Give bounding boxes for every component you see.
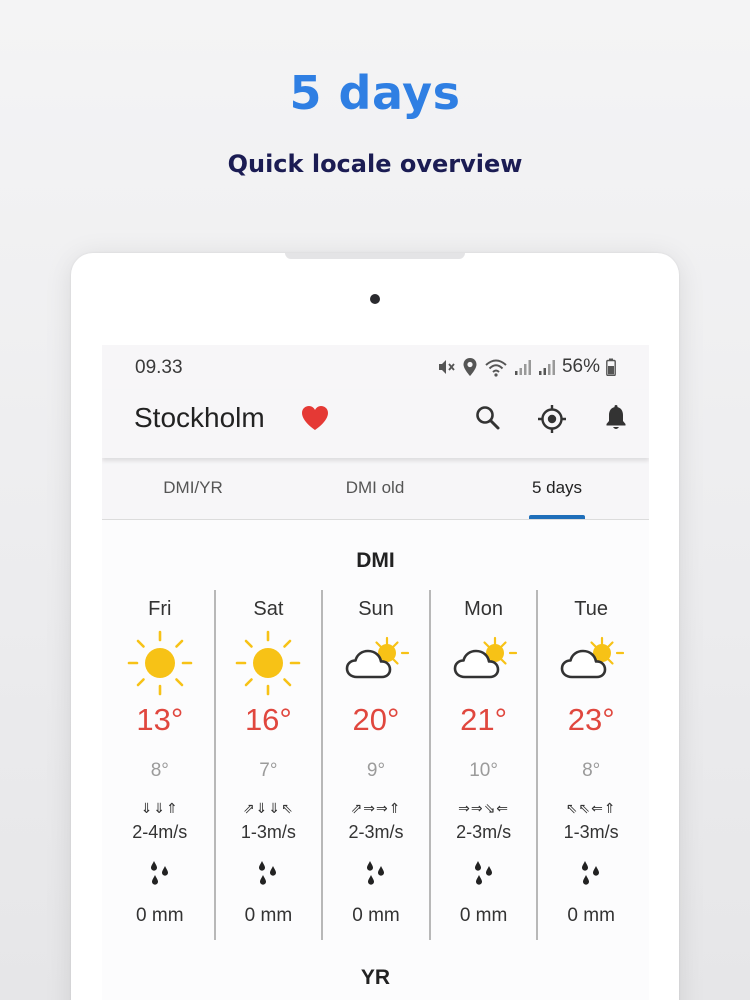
- sun-icon: [127, 630, 193, 696]
- sun-icon: [235, 630, 301, 696]
- tab-bar: DMI/YR DMI old 5 days: [102, 458, 649, 520]
- day-column-tue[interactable]: Tue 23° 8° ⇖⇖⇐⇑ 1-3m/s 0 mm: [536, 590, 644, 940]
- day-name: Mon: [464, 598, 504, 620]
- temp-low: 9°: [366, 760, 386, 781]
- wind-speed: 1-3m/s: [563, 822, 619, 842]
- raindrops-icon: [147, 860, 173, 888]
- location-icon: [462, 357, 478, 377]
- temp-high: 23°: [567, 702, 615, 737]
- bell-icon[interactable]: [602, 404, 630, 437]
- app-screen: 09.33 56% Stockholm DMI/YR DMI old 5 day…: [102, 345, 649, 1000]
- section-title-dmi: DMI: [356, 549, 395, 572]
- city-name[interactable]: Stockholm: [134, 402, 265, 434]
- camera-icon: [370, 294, 380, 304]
- wind-direction: ⇓⇓⇑: [140, 801, 179, 817]
- wind-direction: ⇒⇒⇘⇐: [458, 801, 510, 817]
- rain-amount: 0 mm: [459, 905, 508, 926]
- battery-icon: [606, 358, 616, 376]
- rain-amount: 0 mm: [352, 905, 400, 926]
- status-bar: 09.33 56%: [102, 345, 649, 390]
- rain-amount: 0 mm: [567, 905, 615, 926]
- wind-direction: ⇗⇒⇒⇑: [350, 801, 402, 817]
- rain-amount: 0 mm: [244, 905, 293, 926]
- day-name: Sat: [253, 598, 284, 620]
- tab-dmi-old[interactable]: DMI old: [284, 458, 466, 519]
- locate-icon[interactable]: [536, 403, 568, 440]
- raindrops-icon: [471, 860, 497, 888]
- wind-direction: ⇗⇓⇓⇖: [242, 801, 294, 817]
- day-name: Sun: [358, 598, 394, 620]
- day-name: Tue: [574, 598, 609, 620]
- day-column-mon[interactable]: Mon 21° 10° ⇒⇒⇘⇐ 2-3m/s 0 mm: [428, 590, 537, 940]
- section-title-yr: YR: [360, 966, 391, 989]
- wind-speed: 2-3m/s: [456, 822, 512, 842]
- promo-subtitle: Quick locale overview: [227, 150, 523, 178]
- search-icon[interactable]: [474, 404, 502, 437]
- raindrops-icon: [363, 860, 389, 888]
- temp-low: 10°: [469, 760, 498, 781]
- day-column-sat[interactable]: Sat 16° 7° ⇗⇓⇓⇖ 1-3m/s 0 mm: [213, 590, 322, 940]
- day-column-sun[interactable]: Sun 20° 9° ⇗⇒⇒⇑ 2-3m/s 0 mm: [321, 590, 429, 940]
- temp-high: 20°: [352, 702, 400, 737]
- temp-high: 16°: [244, 702, 292, 737]
- status-icons: 56%: [436, 356, 616, 378]
- day-columns: Fri 13° 8° ⇓⇓⇑ 2-4m/s 0 mm Sat 16° 7° ⇗⇓…: [106, 590, 644, 940]
- tab-dmi-yr[interactable]: DMI/YR: [102, 458, 284, 519]
- temp-low: 7°: [259, 760, 278, 781]
- forecast-content: DMI Fri 13° 8° ⇓⇓⇑ 2-4m/s 0 mm Sat 16° 7…: [102, 520, 649, 1000]
- wind-speed: 2-3m/s: [348, 822, 404, 842]
- tablet-notch: [285, 253, 465, 259]
- temp-high: 21°: [460, 702, 508, 737]
- promo-title: 5 days: [289, 66, 461, 120]
- raindrops-icon: [255, 860, 281, 888]
- signal-icon: [538, 358, 556, 376]
- mute-icon: [436, 357, 456, 377]
- wifi-icon: [484, 357, 508, 377]
- tab-indicator: [529, 515, 585, 519]
- battery-percent: 56%: [561, 356, 600, 377]
- status-time: 09.33: [135, 357, 183, 378]
- raindrops-icon: [578, 860, 604, 888]
- signal-icon: [514, 358, 532, 376]
- wind-speed: 1-3m/s: [240, 822, 296, 842]
- temp-low: 8°: [150, 760, 169, 781]
- temp-high: 13°: [136, 702, 184, 737]
- temp-low: 8°: [582, 760, 601, 781]
- day-name: Fri: [148, 598, 172, 620]
- wind-speed: 2-4m/s: [132, 822, 188, 842]
- heart-icon[interactable]: [300, 404, 330, 437]
- wind-direction: ⇖⇖⇐⇑: [565, 801, 617, 817]
- partly-cloudy-icon: [343, 630, 410, 696]
- partly-cloudy-icon: [558, 630, 625, 696]
- rain-amount: 0 mm: [136, 905, 184, 926]
- tab-5-days[interactable]: 5 days: [466, 458, 648, 519]
- partly-cloudy-icon: [451, 630, 517, 696]
- app-bar: Stockholm: [102, 390, 649, 458]
- day-column-fri[interactable]: Fri 13° 8° ⇓⇓⇑ 2-4m/s 0 mm: [106, 590, 214, 940]
